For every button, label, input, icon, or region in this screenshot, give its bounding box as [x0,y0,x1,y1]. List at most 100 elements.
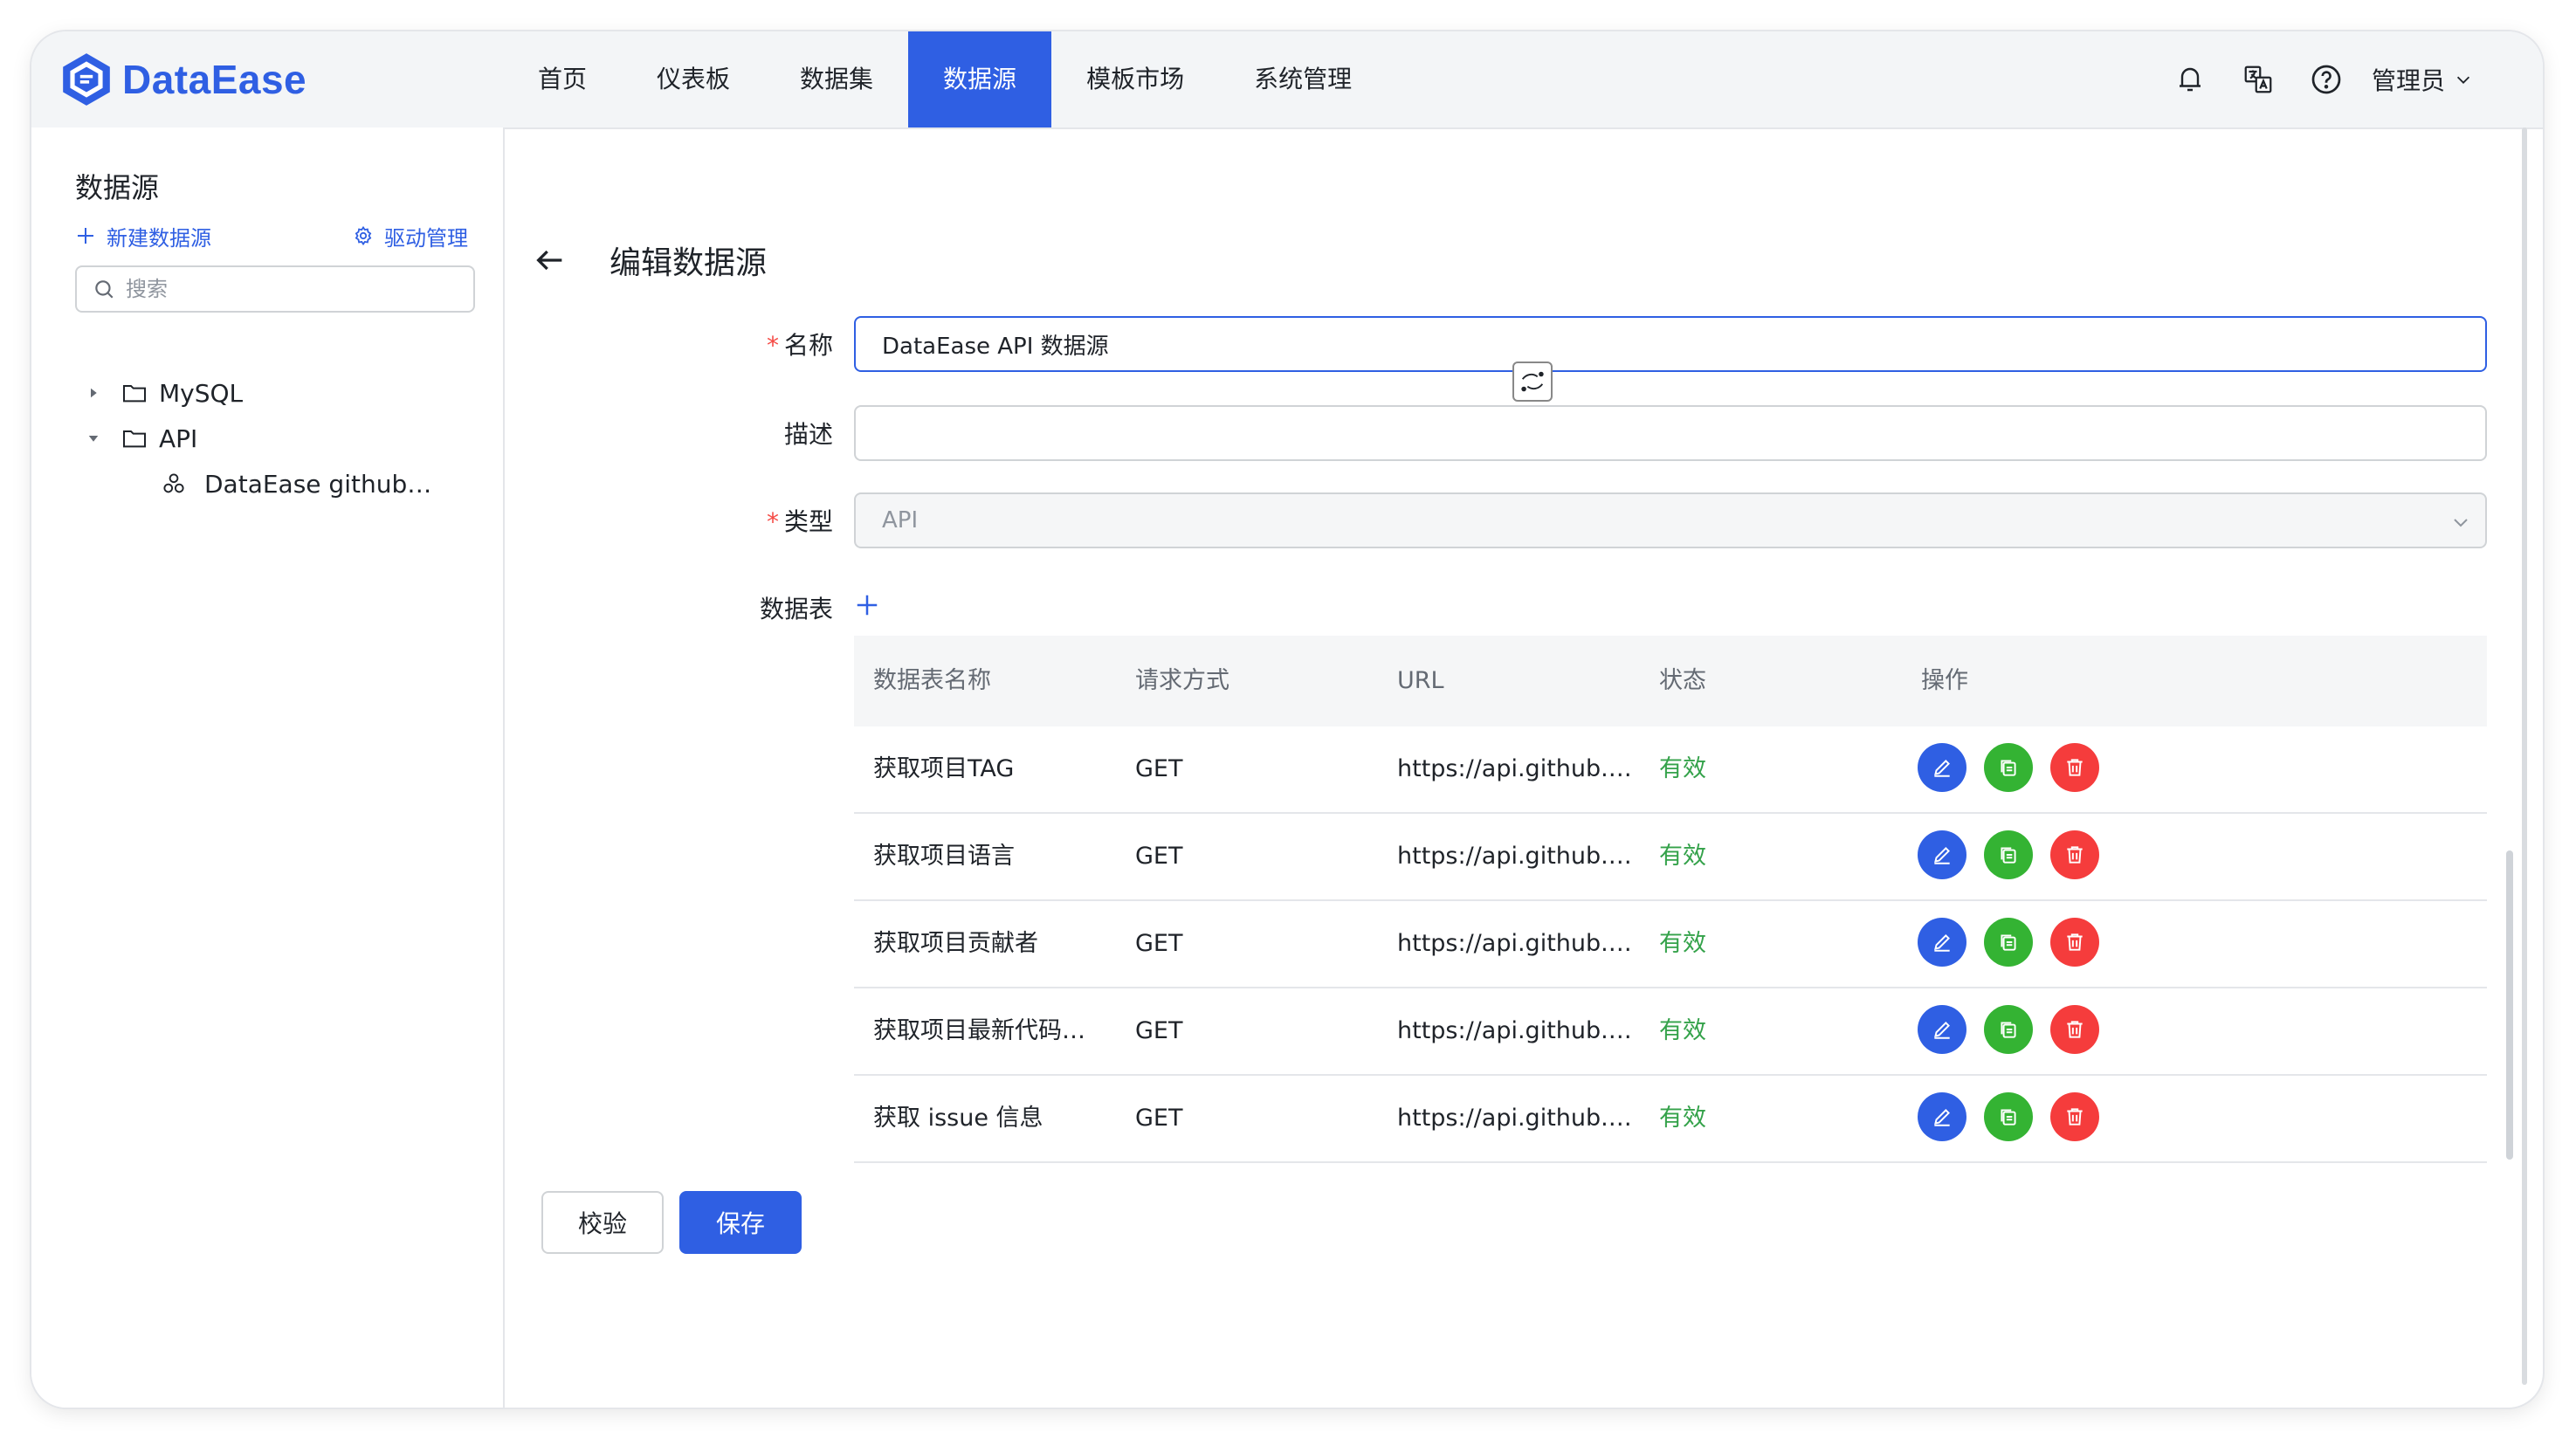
type-label-text: 类型 [783,507,833,536]
driver-management-label: 驱动管理 [384,225,468,251]
data-table: 数据表名称 请求方式 URL 状态 操作 获取项目TAG GET https:/… [854,636,2487,1163]
dataease-logo[interactable]: DataEase [58,47,307,112]
cell-status: 有效 [1659,1105,1706,1132]
table-row: 获取 issue 信息 GET https://api.github.… 有效 [854,1076,2487,1163]
table-row: 获取项目贡献者 GET https://api.github.… 有效 [854,901,2487,988]
table-scrollbar[interactable] [2506,850,2513,1160]
save-button[interactable]: 保存 [679,1191,802,1254]
app-window: DataEase 首页 仪表板 数据集 数据源 模板市场 系统管理 管理员 数据… [31,31,2543,1408]
trash-icon [2067,846,2083,864]
cell-status: 有效 [1659,930,1706,957]
plus-icon [78,228,93,244]
back-arrow-icon[interactable] [533,243,568,278]
delete-button[interactable] [2050,1092,2099,1141]
search-icon [95,280,114,299]
add-table-plus-icon[interactable] [854,592,880,618]
chevron-down-icon [2454,519,2468,527]
cell-method: GET [1135,755,1183,782]
user-menu[interactable]: 管理员 [2372,62,2473,97]
required-mark: * [766,331,779,360]
edit-button[interactable] [1918,743,1966,792]
pencil-icon [1934,847,1950,864]
name-input[interactable]: DataEase API 数据源 [854,316,2487,372]
translate-icon[interactable] [2239,60,2277,99]
nav-item-template-market[interactable]: 模板市场 [1051,31,1219,127]
caret-right-icon[interactable] [86,385,101,401]
chevron-down-icon [2456,76,2470,84]
header-tools: 管理员 [2141,31,2473,127]
folder-icon [123,385,146,403]
driver-management-button[interactable]: 驱动管理 [353,218,468,253]
delete-button[interactable] [2050,743,2099,792]
cell-table-name: 获取项目最新代码… [873,1017,1085,1044]
copy-button[interactable] [1984,1005,2033,1054]
edit-button[interactable] [1918,1005,1966,1054]
nav-item-dashboard[interactable]: 仪表板 [622,31,765,127]
required-mark: * [766,507,779,536]
api-datasource-icon [163,473,184,493]
type-select[interactable]: API [854,492,2487,548]
type-label: * 类型 [658,503,833,538]
cell-method: GET [1135,1017,1183,1044]
copy-icon [2001,1022,2016,1038]
copy-button[interactable] [1984,1092,2033,1141]
user-name: 管理员 [2371,66,2445,95]
description-input[interactable] [854,405,2487,461]
edit-button[interactable] [1918,918,1966,967]
tree-node-api[interactable]: API [86,417,197,459]
delete-button[interactable] [2050,1005,2099,1054]
pencil-icon [1934,934,1950,952]
cell-url: https://api.github.… [1397,1105,1632,1132]
pencil-icon [1934,760,1950,777]
cell-table-name: 获取 issue 信息 [873,1105,1043,1132]
new-datasource-label: 新建数据源 [107,225,211,251]
gear-icon [355,225,372,246]
content-scrollbar[interactable] [2522,127,2527,1385]
tree-node-label: API [159,423,198,453]
cell-url: https://api.github.… [1397,1017,1632,1044]
nav-item-system-settings[interactable]: 系统管理 [1219,31,1387,127]
cell-table-name: 获取项目贡献者 [873,930,1038,957]
cell-url: https://api.github.… [1397,930,1632,957]
table-row: 获取项目最新代码… GET https://api.github.… 有效 [854,988,2487,1076]
description-label: 描述 [783,420,833,449]
delete-button[interactable] [2050,918,2099,967]
nav-item-home[interactable]: 首页 [503,31,622,127]
caret-down-icon[interactable] [86,430,101,446]
trash-icon [2067,759,2083,776]
sidebar-title: 数据源 [75,171,160,204]
copy-button[interactable] [1984,918,2033,967]
delete-button[interactable] [2050,830,2099,879]
bell-icon[interactable] [2171,60,2209,99]
copy-icon [2001,760,2016,776]
cell-status: 有效 [1659,755,1706,782]
copy-icon [2001,1109,2016,1126]
column-header-name: 数据表名称 [873,667,991,694]
main-nav: 首页 仪表板 数据集 数据源 模板市场 系统管理 [503,31,1387,127]
tree-node-mysql[interactable]: MySQL [86,372,243,414]
edit-button[interactable] [1918,830,1966,879]
trash-icon [2067,933,2083,951]
nav-item-datasource[interactable]: 数据源 [908,31,1052,127]
new-datasource-button[interactable]: 新建数据源 [75,218,211,253]
column-header-actions: 操作 [1921,667,1968,694]
copy-icon [2001,934,2016,951]
tree-node-label: MySQL [159,378,244,408]
tree-node-dataease-github[interactable]: DataEase github… [161,463,431,505]
copy-button[interactable] [1984,830,2033,879]
column-header-url: URL [1397,667,1444,694]
validate-button[interactable]: 校验 [541,1191,664,1254]
brand-name: DataEase [122,57,307,102]
name-label-text: 名称 [783,331,833,360]
search-input[interactable] [124,276,459,302]
folder-icon [123,430,146,448]
top-navigation-bar: DataEase 首页 仪表板 数据集 数据源 模板市场 系统管理 管理员 [31,31,2543,129]
help-icon[interactable] [2307,60,2345,99]
nav-item-dataset[interactable]: 数据集 [765,31,908,127]
cell-url: https://api.github.… [1397,843,1632,870]
copy-button[interactable] [1984,743,2033,792]
cell-status: 有效 [1659,1017,1706,1044]
cell-method: GET [1135,930,1183,957]
sidebar-search [75,265,475,313]
edit-button[interactable] [1918,1092,1966,1141]
